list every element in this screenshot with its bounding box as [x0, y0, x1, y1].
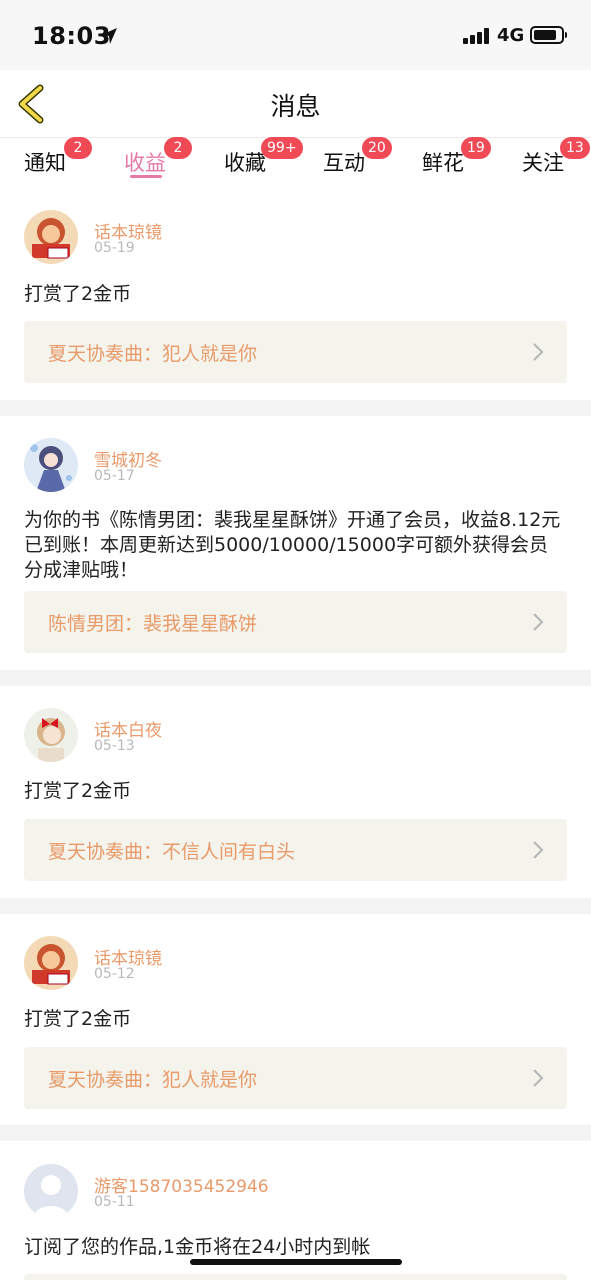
- chevron-right-icon: [533, 343, 544, 361]
- message-text: 打赏了2金币: [24, 283, 132, 305]
- active-tab-indicator: [130, 175, 162, 178]
- tab-label: 收益: [124, 151, 166, 175]
- message-text: 订阅了您的作品,1金币将在24小时内到帐: [24, 1236, 371, 1258]
- tab-interactions[interactable]: 互动 20: [323, 137, 392, 177]
- message-text: 为你的书《陈情男团：裴我星星酥饼》开通了会员，收益8.12元已到账！本周更新达到…: [24, 509, 561, 581]
- battery-icon: [530, 26, 567, 44]
- tab-label: 鲜花: [422, 151, 464, 175]
- home-indicator[interactable]: [190, 1259, 402, 1265]
- message-date: 05-19: [94, 240, 135, 256]
- message-date: 05-17: [94, 468, 135, 484]
- message-card: 话本琼镜 05-12 打赏了2金币 夏天协奏曲：犯人就是你: [0, 914, 591, 1125]
- book-link[interactable]: 夏天协奏曲：不信人间有白头: [24, 819, 567, 881]
- signal-icon: [463, 28, 491, 44]
- book-link-title: 夏天协奏曲：犯人就是你: [48, 343, 258, 365]
- message-text: 打赏了2金币: [24, 1008, 132, 1030]
- chevron-right-icon: [533, 841, 544, 859]
- chevron-right-icon: [533, 1069, 544, 1087]
- separator: [0, 400, 591, 416]
- tab-earnings[interactable]: 收益 2: [124, 137, 192, 177]
- tab-flowers[interactable]: 鲜花 19: [422, 137, 491, 177]
- tab-badge: 20: [362, 137, 392, 159]
- chevron-right-icon: [533, 613, 544, 631]
- anime-avatar[interactable]: [24, 438, 78, 492]
- tab-badge: 2: [64, 137, 92, 159]
- book-link[interactable]: 夏天协奏曲：犯人就是你: [24, 1047, 567, 1109]
- message-date: 05-13: [94, 738, 135, 754]
- location-arrow-icon: [101, 28, 117, 44]
- tab-notice[interactable]: 通知 2: [24, 137, 92, 177]
- tab-badge: 99+: [261, 137, 303, 159]
- separator: [0, 1125, 591, 1141]
- doll-avatar[interactable]: [24, 708, 78, 762]
- message-date: 05-12: [94, 966, 135, 982]
- message-text: 打赏了2金币: [24, 780, 132, 802]
- book-link[interactable]: 陈情男团：裴我星星酥饼: [24, 591, 567, 653]
- tab-badge: 2: [164, 137, 192, 159]
- book-link-title: 夏天协奏曲：犯人就是你: [48, 1069, 258, 1091]
- default-avatar[interactable]: [24, 1164, 78, 1218]
- status-bar: 18:03 4G: [0, 0, 591, 70]
- message-card: 雪城初冬 05-17 为你的书《陈情男团：裴我星星酥饼》开通了会员，收益8.12…: [0, 416, 591, 670]
- message-card: 话本琼镜 05-19 打赏了2金币 夏天协奏曲：犯人就是你: [0, 190, 591, 400]
- separator: [0, 670, 591, 686]
- tab-favorites[interactable]: 收藏 99+: [224, 137, 303, 177]
- tab-label: 收藏: [224, 151, 266, 175]
- network-type: 4G: [497, 25, 525, 46]
- book-link[interactable]: 夏天协奏曲：犯人就是你: [24, 321, 567, 383]
- tab-badge: 19: [461, 137, 491, 159]
- tab-badge: 13: [560, 137, 590, 159]
- book-link-title: 陈情男团：裴我星星酥饼: [48, 613, 258, 635]
- cartoon-avatar[interactable]: [24, 210, 78, 264]
- tab-follow[interactable]: 关注 13: [522, 137, 590, 177]
- cartoon-avatar[interactable]: [24, 936, 78, 990]
- tab-label: 通知: [24, 151, 66, 175]
- nav-header: 消息: [0, 70, 591, 138]
- book-link[interactable]: [24, 1274, 567, 1280]
- page-title: 消息: [270, 92, 321, 121]
- tab-label: 关注: [522, 151, 564, 175]
- book-link-title: 夏天协奏曲：不信人间有白头: [48, 841, 296, 863]
- tab-label: 互动: [323, 151, 365, 175]
- message-card: 话本白夜 05-13 打赏了2金币 夏天协奏曲：不信人间有白头: [0, 686, 591, 898]
- separator: [0, 898, 591, 914]
- tab-bar: 通知 2 收益 2 收藏 99+ 互动 20 鲜花 19 关注 13: [0, 137, 591, 189]
- message-date: 05-11: [94, 1194, 135, 1210]
